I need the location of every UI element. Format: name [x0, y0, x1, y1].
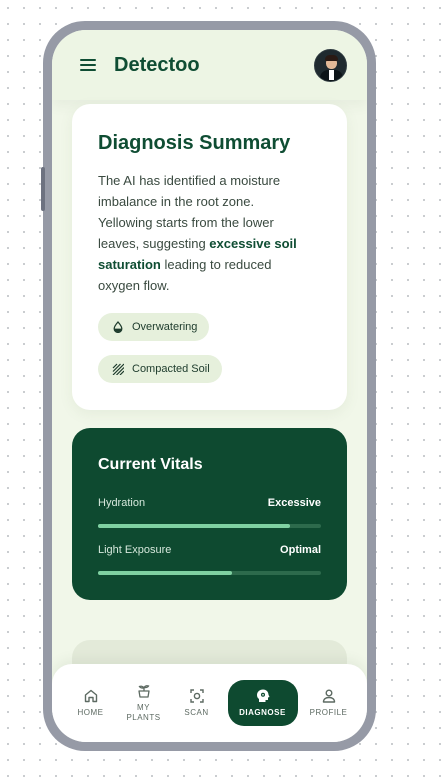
tag-label: Overwatering	[132, 321, 198, 333]
hydration-bar	[98, 524, 321, 528]
current-vitals-card: Current Vitals Hydration Excessive Light…	[72, 428, 347, 600]
vital-label: Hydration	[98, 497, 146, 509]
nav-scan[interactable]: SCAN	[175, 688, 219, 718]
hydration-bar-fill	[98, 524, 290, 528]
nav-diagnose[interactable]: DIAGNOSE	[227, 680, 298, 726]
app-header: Detectoo	[52, 30, 367, 100]
light-exposure-bar	[98, 571, 321, 575]
summary-description: The AI has identified a moisture imbalan…	[98, 170, 308, 296]
water-drop-icon	[113, 321, 123, 333]
tag-compacted-soil[interactable]: Compacted Soil	[98, 355, 222, 383]
nav-label: PROFILE	[309, 708, 348, 717]
nav-label: HOME	[77, 708, 104, 717]
nav-my-plants[interactable]: MY PLANTS	[122, 683, 166, 723]
person-icon	[322, 689, 335, 703]
diagonal-lines-icon	[112, 363, 124, 375]
nav-profile[interactable]: PROFILE	[307, 688, 351, 718]
vitals-title: Current Vitals	[98, 456, 203, 473]
tag-overwatering[interactable]: Overwatering	[98, 313, 210, 341]
vital-value: Excessive	[267, 497, 321, 509]
nav-label: DIAGNOSE	[239, 708, 286, 717]
diagnose-head-icon	[256, 689, 269, 702]
app-screen: Detectoo Diagnosis Summary The AI has id…	[52, 30, 367, 742]
tag-label: Compacted Soil	[132, 363, 210, 375]
hamburger-menu-icon[interactable]	[80, 59, 96, 71]
nav-home[interactable]: HOME	[69, 688, 113, 718]
nav-label: SCAN	[184, 708, 209, 717]
app-title: Detectoo	[114, 53, 200, 76]
phone-frame: Detectoo Diagnosis Summary The AI has id…	[41, 21, 376, 751]
user-avatar[interactable]	[314, 48, 347, 82]
summary-title: Diagnosis Summary	[98, 132, 291, 154]
diagnosis-summary-card: Diagnosis Summary The AI has identified …	[72, 104, 347, 410]
bottom-navigation: HOME MY PLANTS SCAN DIAGNOSE PROFILE	[52, 664, 367, 742]
vital-label: Light Exposure	[98, 544, 172, 556]
vital-row-hydration: Hydration Excessive	[98, 497, 321, 509]
nav-label: MY PLANTS	[126, 703, 161, 722]
light-exposure-bar-fill	[98, 571, 232, 575]
plant-pot-icon	[137, 685, 150, 698]
vital-row-light: Light Exposure Optimal	[98, 544, 321, 556]
home-icon	[84, 689, 97, 703]
scan-frame-icon	[189, 689, 204, 703]
vital-value: Optimal	[280, 544, 321, 556]
phone-side-button	[41, 167, 45, 211]
